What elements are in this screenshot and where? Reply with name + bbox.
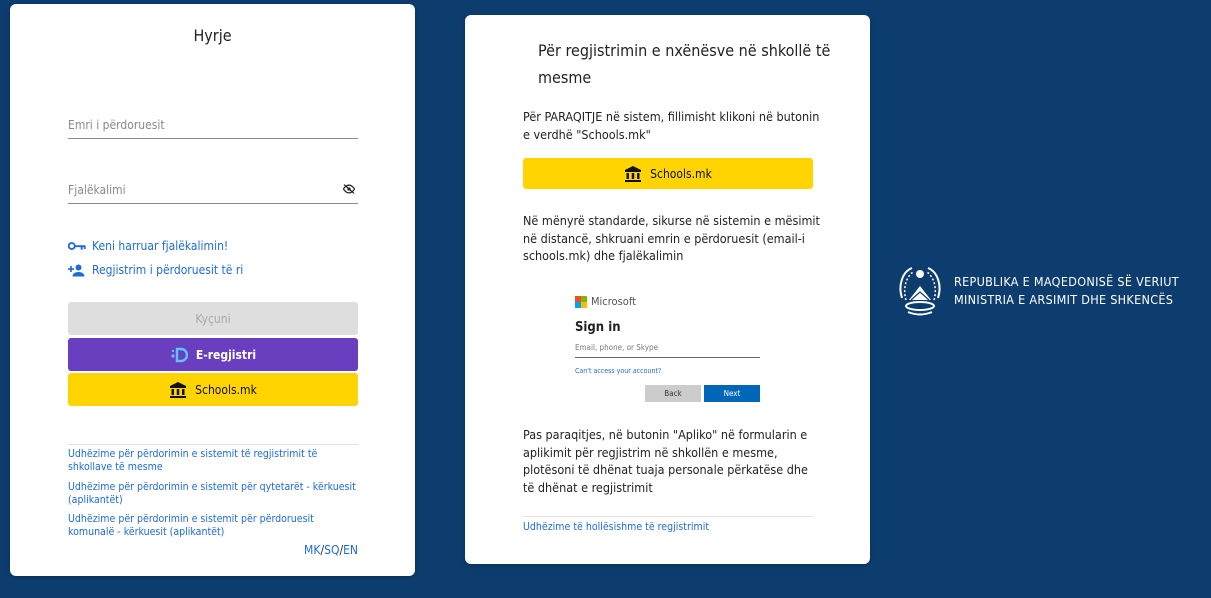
- microsoft-logo-icon: [575, 295, 587, 308]
- divider: [68, 444, 358, 445]
- language-switcher: MK/SQ/EN: [304, 543, 358, 557]
- eregjistri-button-label: E-regjistri: [195, 347, 257, 362]
- ms-back-button: Back: [645, 385, 701, 402]
- lang-mk[interactable]: MK: [304, 543, 320, 557]
- forgot-password-label: Keni harruar fjalëkalimin!: [92, 239, 229, 253]
- info-paragraph-3: Pas paraqitjes, në butonin "Apliko" në f…: [523, 427, 808, 495]
- guide-link-municipal[interactable]: Udhëzime për përdorimin e sistemit për p…: [68, 513, 360, 539]
- person-add-icon: [68, 264, 85, 276]
- divider: [523, 516, 813, 517]
- ministry-text: REPUBLIKA E MAQEDONISË SË VERIUT MINISTR…: [954, 273, 1179, 309]
- schools-button-label: Schools.mk: [195, 382, 257, 397]
- details-link[interactable]: Udhëzime të hollësishme të regjistrimit: [523, 521, 815, 534]
- password-field[interactable]: Fjalëkalimi: [68, 179, 358, 204]
- login-title: Hyrje: [193, 26, 232, 45]
- login-button[interactable]: Kyçuni: [68, 302, 358, 335]
- ministry-logo: REPUBLIKA E MAQEDONISË SË VERIUT MINISTR…: [896, 264, 1179, 318]
- lang-sq[interactable]: SQ: [324, 543, 339, 557]
- info-card: Për regjistrimin e nxënësve në shkollë t…: [465, 15, 870, 564]
- register-user-link[interactable]: Regjistrim i përdoruesit të ri: [68, 263, 243, 277]
- ministry-line-2: MINISTRIA E ARSIMIT DHE SHKENCËS: [954, 292, 1174, 307]
- password-placeholder: Fjalëkalimi: [68, 183, 126, 197]
- ms-signin-heading: Sign in: [575, 320, 621, 335]
- microsoft-brand: Microsoft: [575, 295, 636, 308]
- info-paragraph-1: Për PARAQITJE në sistem, fillimisht klik…: [523, 109, 820, 142]
- login-card: Hyrje Emri i përdoruesit Fjalëkalimi Ken…: [10, 4, 415, 576]
- username-field[interactable]: Emri i përdoruesit: [68, 114, 358, 139]
- lang-en[interactable]: EN: [343, 543, 358, 557]
- guide-link-schools[interactable]: Udhëzime për përdorimin e sistemit të re…: [68, 448, 360, 474]
- ms-email-input: Email, phone, or Skype: [575, 343, 760, 358]
- login-button-label: Kyçuni: [195, 311, 231, 326]
- microsoft-signin-image: Microsoft Sign in Email, phone, or Skype…: [573, 292, 768, 407]
- ms-next-button: Next: [704, 385, 760, 402]
- bank-icon: [170, 381, 187, 398]
- info-schools-button[interactable]: Schools.mk: [523, 158, 813, 189]
- ms-cant-access-link: Can't access your account?: [575, 367, 662, 375]
- guide-link-citizens[interactable]: Udhëzime për përdorimin e sistemit për q…: [68, 481, 360, 507]
- eregjistri-button[interactable]: E-regjistri: [68, 338, 358, 371]
- eye-off-icon[interactable]: [342, 184, 356, 194]
- eregjistri-logo-icon: [171, 347, 188, 362]
- key-icon: [68, 242, 86, 250]
- ministry-line-1: REPUBLIKA E MAQEDONISË SË VERIUT: [954, 274, 1179, 289]
- info-schools-button-label: Schools.mk: [650, 166, 712, 181]
- forgot-password-link[interactable]: Keni harruar fjalëkalimin!: [68, 239, 228, 253]
- info-title: Për regjistrimin e nxënësve në shkollë t…: [538, 41, 831, 87]
- schools-button[interactable]: Schools.mk: [68, 373, 358, 406]
- coat-of-arms-icon: [899, 267, 941, 316]
- info-paragraph-2: Në mënyrë standarde, sikurse në sistemin…: [523, 213, 820, 263]
- microsoft-brand-label: Microsoft: [591, 295, 636, 308]
- register-user-label: Regjistrim i përdoruesit të ri: [92, 263, 244, 277]
- username-placeholder: Emri i përdoruesit: [68, 118, 165, 132]
- bank-icon: [625, 165, 642, 182]
